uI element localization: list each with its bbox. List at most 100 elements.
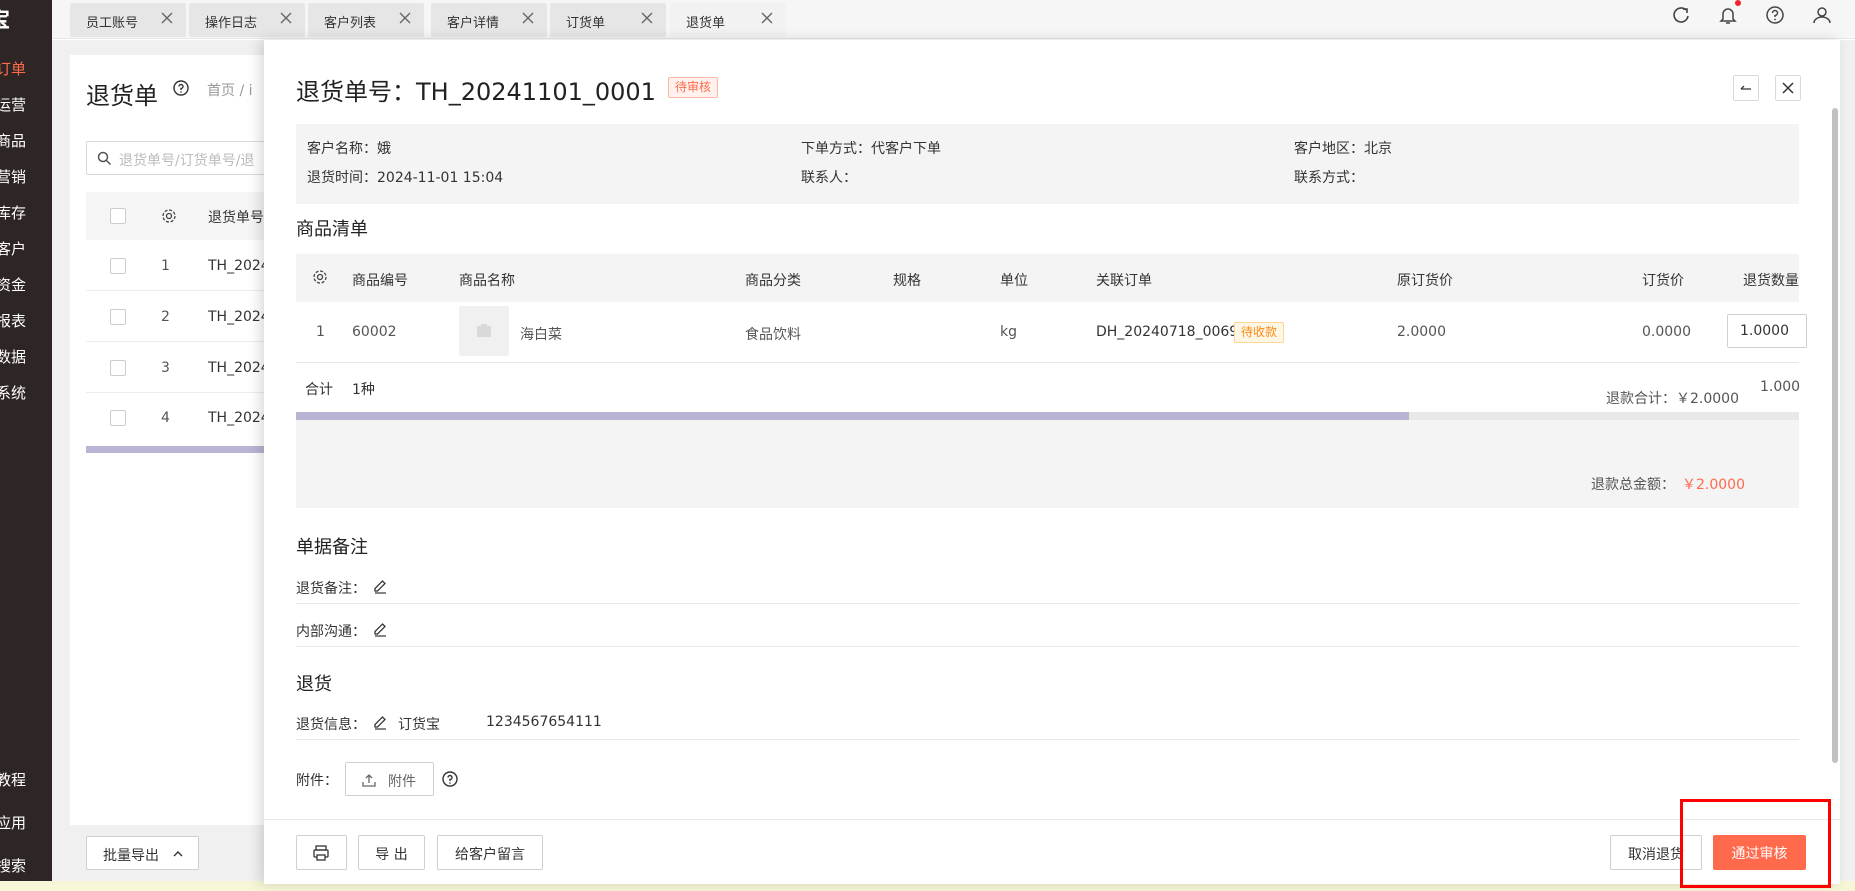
divider [296, 362, 1799, 363]
sidebar-item-customers[interactable]: 客户 [0, 238, 26, 259]
product-unit: kg [1000, 324, 1017, 340]
row-return-code[interactable]: TH_2024 [208, 360, 270, 376]
row-checkbox[interactable] [110, 258, 126, 274]
cancel-return-label: 取消退货 [1628, 847, 1684, 863]
product-code: 60002 [352, 324, 397, 340]
tab-label: 订货单 [566, 16, 606, 31]
sidebar-item-marketing[interactable]: 营销 [0, 166, 26, 187]
tab-return-orders[interactable]: 退货单 [670, 3, 786, 37]
sidebar-item-funds[interactable]: 资金 [0, 274, 26, 295]
refund-summary-panel [296, 420, 1799, 508]
close-drawer-button[interactable] [1775, 75, 1801, 101]
goods-section-title: 商品清单 [296, 219, 368, 240]
select-all-checkbox[interactable] [110, 208, 126, 224]
horizontal-scrollbar[interactable] [296, 412, 1409, 420]
attachment-button-label: 附件 [388, 774, 416, 790]
gear-icon[interactable] [311, 268, 329, 286]
batch-export-label: 批量导出 [103, 848, 159, 864]
sidebar-item-search[interactable]: 搜索 [0, 855, 26, 876]
help-icon[interactable] [441, 770, 459, 788]
edit-icon[interactable] [372, 714, 388, 730]
sidebar-item-data[interactable]: 数据 [0, 346, 26, 367]
help-icon[interactable] [1764, 4, 1786, 26]
message-customer-label: 给客户留言 [455, 847, 525, 863]
column-header: 关联订单 [1096, 273, 1152, 289]
close-icon[interactable] [760, 11, 774, 25]
sidebar-item-apps[interactable]: 应用 [0, 812, 26, 833]
row-index: 4 [161, 410, 170, 426]
tab-customer-details[interactable]: 客户详情 [431, 3, 547, 37]
tab-operation-log[interactable]: 操作日志 [189, 3, 305, 37]
column-header: 订货价 [1642, 273, 1684, 289]
gear-icon[interactable] [160, 207, 178, 225]
approve-button[interactable]: 通过审核 [1713, 835, 1806, 870]
tab-customer-list[interactable]: 客户列表 [308, 3, 424, 37]
close-icon [1782, 82, 1794, 94]
left-sidebar: 宝 订单 运营 商品 营销 库存 客户 资金 报表 数据 系统 教程 应用 搜索 [0, 0, 52, 891]
column-header: 规格 [893, 273, 921, 289]
sidebar-item-operations[interactable]: 运营 [0, 94, 26, 115]
edit-icon[interactable] [372, 621, 388, 637]
breadcrumb[interactable]: 首页 / i [207, 80, 253, 100]
column-header: 商品分类 [745, 273, 801, 289]
row-checkbox[interactable] [110, 360, 126, 376]
collapse-button[interactable] [1733, 75, 1759, 101]
column-header: 商品编号 [352, 273, 408, 289]
row-return-code[interactable]: TH_2024 [208, 309, 270, 325]
bell-icon[interactable] [1717, 4, 1739, 26]
sidebar-item-system[interactable]: 系统 [0, 382, 26, 403]
sidebar-item-reports[interactable]: 报表 [0, 310, 26, 331]
user-icon[interactable] [1811, 4, 1833, 26]
horizontal-scrollbar[interactable] [86, 446, 286, 453]
close-icon[interactable] [521, 11, 535, 25]
attachment-upload-button[interactable]: 附件 [345, 762, 434, 796]
close-icon[interactable] [160, 11, 174, 25]
notification-dot [1735, 0, 1741, 6]
close-icon[interactable] [640, 11, 654, 25]
export-label: 导 出 [375, 847, 408, 863]
close-icon[interactable] [398, 11, 412, 25]
drawer-title: 退货单号：TH_20241101_0001 [296, 78, 656, 106]
product-image[interactable] [459, 306, 509, 356]
row-checkbox[interactable] [110, 309, 126, 325]
chevron-up-icon [173, 851, 183, 857]
divider [296, 603, 1799, 604]
refresh-icon[interactable] [1670, 4, 1692, 26]
return-time: 退货时间：2024-11-01 15:04 [307, 170, 504, 186]
search-icon [97, 151, 112, 166]
close-icon[interactable] [279, 11, 293, 25]
return-section-title: 退货 [296, 674, 332, 695]
related-order-link[interactable]: DH_20240718_0069 [1096, 324, 1238, 340]
message-customer-button[interactable]: 给客户留言 [437, 835, 543, 870]
customer-region: 客户地区：北京 [1294, 141, 1392, 157]
column-header: 退货数量 [1743, 273, 1799, 289]
print-button[interactable] [296, 835, 347, 870]
help-icon[interactable] [172, 79, 190, 97]
tab-staff-accounts[interactable]: 员工账号 [70, 3, 186, 37]
export-button[interactable]: 导 出 [358, 835, 425, 870]
product-name: 海白菜 [520, 327, 562, 343]
row-checkbox[interactable] [110, 410, 126, 426]
return-quantity-input[interactable]: 1.0000 [1727, 314, 1807, 348]
sidebar-item-inventory[interactable]: 库存 [0, 202, 26, 223]
column-header: 商品名称 [459, 273, 515, 289]
search-placeholder: 退货单号/订货单号/退 [119, 153, 255, 169]
column-header: 单位 [1000, 273, 1028, 289]
collapse-icon [1740, 85, 1751, 90]
goods-table-header [296, 254, 1799, 302]
cancel-return-button[interactable]: 取消退货 [1610, 835, 1702, 870]
status-badge: 待审核 [668, 77, 719, 98]
batch-export-button[interactable]: 批量导出 [86, 836, 199, 870]
row-return-code[interactable]: TH_2024 [208, 410, 270, 426]
internal-comm-label: 内部沟通： [296, 624, 366, 640]
vertical-scrollbar[interactable] [1832, 108, 1838, 763]
row-return-code[interactable]: TH_2024 [208, 258, 270, 274]
search-input[interactable]: 退货单号/订货单号/退 [86, 141, 286, 175]
return-info-label: 退货信息： [296, 717, 366, 733]
sidebar-item-order[interactable]: 订单 [0, 58, 26, 79]
tab-purchase-orders[interactable]: 订货单 [550, 3, 666, 37]
sidebar-item-tutorial[interactable]: 教程 [0, 769, 26, 790]
edit-icon[interactable] [372, 578, 388, 594]
original-price: 2.0000 [1397, 324, 1446, 340]
sidebar-item-products[interactable]: 商品 [0, 130, 26, 151]
